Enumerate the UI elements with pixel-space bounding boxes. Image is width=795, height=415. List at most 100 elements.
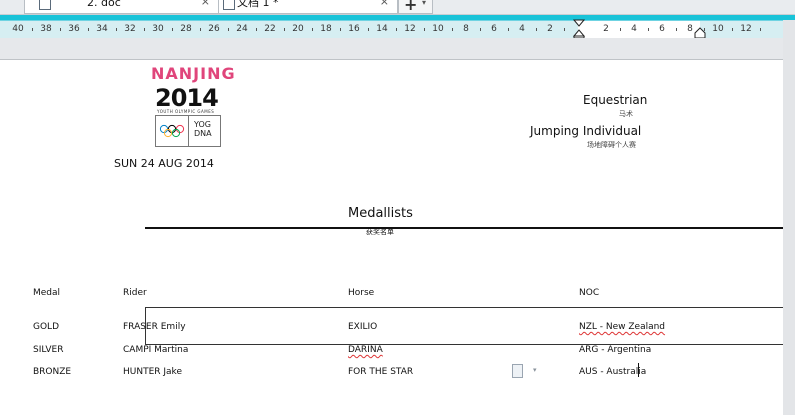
- ruler-number: 18: [320, 24, 332, 34]
- tab-label: 2. doc: [87, 0, 121, 9]
- ruler-tick: [172, 28, 173, 31]
- noc-cell: AUS - Australia: [579, 367, 647, 377]
- table-border-top: [145, 307, 783, 308]
- ruler-tick: [564, 28, 565, 31]
- section-title: Medallists: [348, 206, 413, 221]
- column-header-noc: NOC: [579, 288, 600, 298]
- noc-cell: ARG - Argentina: [579, 345, 652, 355]
- ruler-number: 14: [376, 24, 388, 34]
- vertical-scroll-area[interactable]: [783, 20, 795, 415]
- ruler-number: 26: [208, 24, 220, 34]
- rider-cell: HUNTER Jake: [123, 367, 182, 377]
- ruler-tick: [60, 28, 61, 31]
- sport-name-cn: 马术: [619, 110, 633, 118]
- noc-cell: NZL - New Zealand: [579, 322, 666, 332]
- event-name-cn: 场地障碍个人赛: [587, 141, 636, 149]
- ruler-tick: [424, 28, 425, 31]
- yog-line2: DNA: [194, 129, 212, 138]
- horizontal-ruler[interactable]: 40 38 36 34 32 30 28 26 24 22 20 18 16 14 12 10 8 6 4 2 2 4 6 8…: [0, 19, 783, 39]
- medal-cell: BRONZE: [33, 367, 72, 377]
- ruler-number: 24: [236, 24, 248, 34]
- logo-word: NANJING: [151, 64, 236, 83]
- paste-options-icon[interactable]: [512, 364, 523, 378]
- ruler-tick: [648, 28, 649, 31]
- logo-year: 2014: [155, 84, 219, 112]
- ruler-number: 4: [519, 24, 525, 34]
- table-border-bottom: [145, 344, 783, 345]
- ruler-number: 28: [180, 24, 192, 34]
- text-cursor: [638, 363, 639, 377]
- chevron-down-icon[interactable]: ▾: [422, 0, 426, 7]
- ruler-tick: [144, 28, 145, 31]
- rider-cell: CAMPI Martina: [123, 345, 189, 355]
- ruler-tick: [760, 28, 761, 31]
- document-tab-bar: 2. doc × 文档 1 * × + ▾: [0, 0, 795, 15]
- ruler-number: 8: [463, 24, 469, 34]
- ruler-tick: [452, 28, 453, 31]
- tab-document-1[interactable]: 文档 1 * ×: [218, 0, 398, 14]
- logo-subtitle: YOUTH OLYMPIC GAMES: [157, 109, 215, 114]
- event-date: SUN 24 AUG 2014: [114, 157, 214, 170]
- column-header-horse: Horse: [348, 288, 375, 298]
- tab-label: 文档 1 *: [237, 0, 279, 9]
- ruler-number: 2: [603, 24, 609, 34]
- medal-cell: GOLD: [33, 322, 60, 332]
- ruler-tick: [620, 28, 621, 31]
- ruler-tick: [508, 28, 509, 31]
- ruler-number: 22: [264, 24, 276, 34]
- tab-close-icon[interactable]: ×: [201, 0, 210, 7]
- ruler-tick: [480, 28, 481, 31]
- yog-line1: YOG: [194, 120, 211, 129]
- horse-cell: EXILIO: [348, 322, 378, 332]
- ruler-tick: [284, 28, 285, 31]
- medal-cell: SILVER: [33, 345, 64, 355]
- column-header-medal: Medal: [33, 288, 61, 298]
- ruler-number: 36: [68, 24, 80, 34]
- ruler-tick: [676, 28, 677, 31]
- ruler-number: 20: [292, 24, 304, 34]
- ruler-tick: [200, 28, 201, 31]
- ruler-number: 2: [547, 24, 553, 34]
- ruler-tick: [368, 28, 369, 31]
- ruler-number: 34: [96, 24, 108, 34]
- page-gap: [0, 38, 783, 60]
- event-name: Jumping Individual: [530, 124, 642, 138]
- ruler-tick: [32, 28, 33, 31]
- ruler-number: 12: [740, 24, 752, 34]
- ruler-number: 4: [631, 24, 637, 34]
- document-icon: [39, 0, 51, 10]
- ruler-tick: [256, 28, 257, 31]
- document-icon: [223, 0, 235, 10]
- column-header-rider: Rider: [123, 288, 147, 298]
- ruler-number: 8: [687, 24, 693, 34]
- plus-icon: +: [404, 0, 418, 14]
- ruler-number: 40: [12, 24, 24, 34]
- ruler-tick: [312, 28, 313, 31]
- tab-close-icon[interactable]: ×: [380, 0, 389, 7]
- ruler-number: 6: [491, 24, 497, 34]
- ruler-number: 6: [659, 24, 665, 34]
- ruler-tick: [536, 28, 537, 31]
- horse-cell: DARINA: [348, 345, 383, 355]
- horse-cell: FOR THE STAR: [348, 367, 414, 377]
- new-tab-button[interactable]: + ▾: [398, 0, 433, 14]
- ruler-number: 12: [404, 24, 416, 34]
- ruler-tick: [340, 28, 341, 31]
- ruler-number: 16: [348, 24, 360, 34]
- first-line-indent-marker[interactable]: [573, 19, 585, 39]
- rider-cell: FRASER Emily: [123, 322, 186, 332]
- ruler-number: 30: [152, 24, 164, 34]
- tab-doc-2[interactable]: 2. doc ×: [24, 0, 219, 14]
- sport-name: Equestrian: [583, 93, 648, 107]
- ruler-number: 38: [40, 24, 52, 34]
- olympic-rings-icon: [155, 115, 189, 147]
- ruler-tick: [88, 28, 89, 31]
- ruler-number: 10: [712, 24, 724, 34]
- ruler-tick: [228, 28, 229, 31]
- ruler-tick: [116, 28, 117, 31]
- ruler-number: 10: [432, 24, 444, 34]
- ruler-tick: [732, 28, 733, 31]
- chevron-down-icon[interactable]: ▾: [533, 366, 537, 374]
- ruler-tick: [396, 28, 397, 31]
- document-page[interactable]: Equestrian 马术 Jumping Individual 场地障碍个人赛…: [0, 60, 783, 415]
